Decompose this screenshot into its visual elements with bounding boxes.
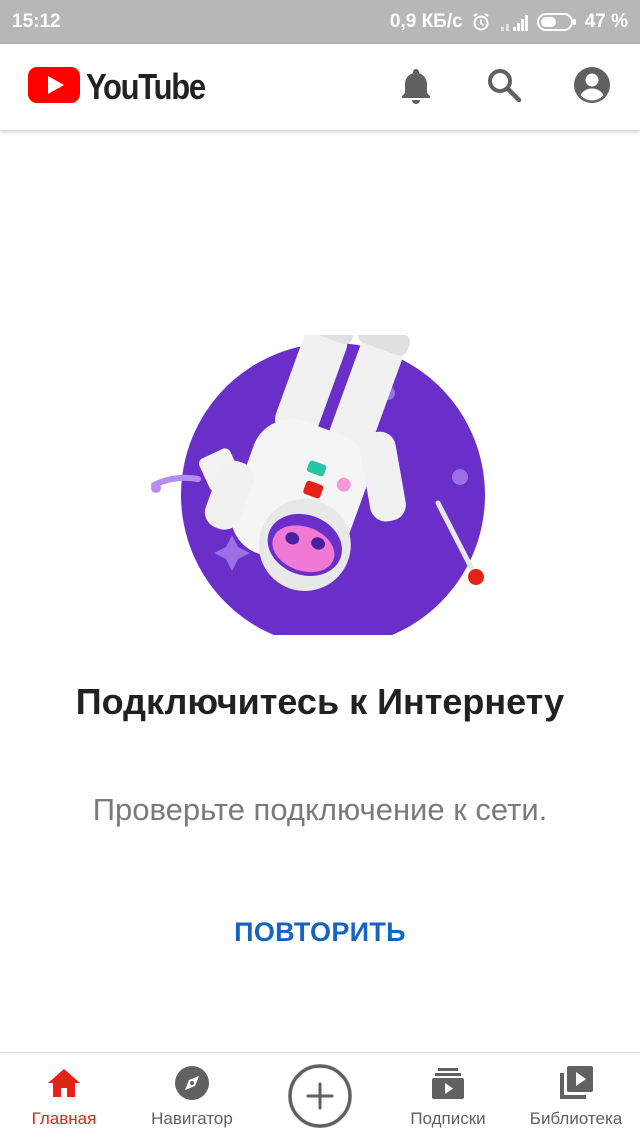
status-indicators: 0,9 КБ/с 47 % — [390, 11, 628, 33]
nav-item-library[interactable]: Библиотека — [512, 1053, 640, 1138]
retry-button[interactable]: ПОВТОРИТЬ — [220, 908, 420, 956]
battery-icon — [536, 12, 577, 32]
battery-percent: 47 % — [584, 11, 628, 32]
nav-item-explore[interactable]: Навигатор — [128, 1053, 256, 1138]
library-icon — [558, 1065, 594, 1101]
alarm-icon — [471, 12, 491, 32]
floating-astronaut-illustration — [151, 335, 485, 635]
create-plus-icon — [287, 1063, 353, 1129]
youtube-play-logo-icon — [28, 66, 80, 108]
youtube-logo[interactable]: YouTube — [28, 66, 224, 108]
nav-item-subscriptions[interactable]: Подписки — [384, 1053, 512, 1138]
nav-item-label: Подписки — [410, 1109, 486, 1128]
home-icon — [46, 1065, 82, 1101]
network-speed: 0,9 КБ/с — [389, 11, 463, 32]
search-icon — [486, 67, 522, 108]
youtube-app-screen: 15:12 0,9 КБ/с 47 % YouTube Подключитесь… — [0, 0, 640, 1138]
notifications-button[interactable] — [394, 65, 438, 109]
status-bar: 15:12 0,9 КБ/с 47 % — [0, 0, 640, 44]
offline-subtitle: Проверьте подключение к сети. — [92, 792, 548, 827]
subscriptions-icon — [431, 1065, 465, 1101]
status-time: 15:12 — [12, 11, 61, 32]
app-header: YouTube — [0, 44, 640, 130]
signal-icon — [499, 12, 529, 32]
nav-item-label: Навигатор — [151, 1109, 233, 1128]
search-button[interactable] — [482, 65, 526, 109]
offline-title: Подключитесь к Интернету — [75, 681, 565, 722]
nav-item-label: Главная — [31, 1109, 97, 1128]
bottom-navigation: Главная Навигатор Подписки Библиотека — [0, 1052, 640, 1138]
app-name: YouTube — [86, 66, 206, 107]
nav-item-label: Библиотека — [529, 1109, 623, 1128]
account-button[interactable] — [570, 65, 614, 109]
notifications-bell-icon — [399, 66, 433, 109]
account-icon — [573, 66, 611, 109]
offline-content: Подключитесь к Интернету Проверьте подкл… — [0, 130, 640, 1052]
explore-compass-icon — [174, 1065, 210, 1101]
nav-item-home[interactable]: Главная — [0, 1053, 128, 1138]
nav-item-create[interactable] — [256, 1053, 384, 1138]
header-actions — [394, 65, 614, 109]
